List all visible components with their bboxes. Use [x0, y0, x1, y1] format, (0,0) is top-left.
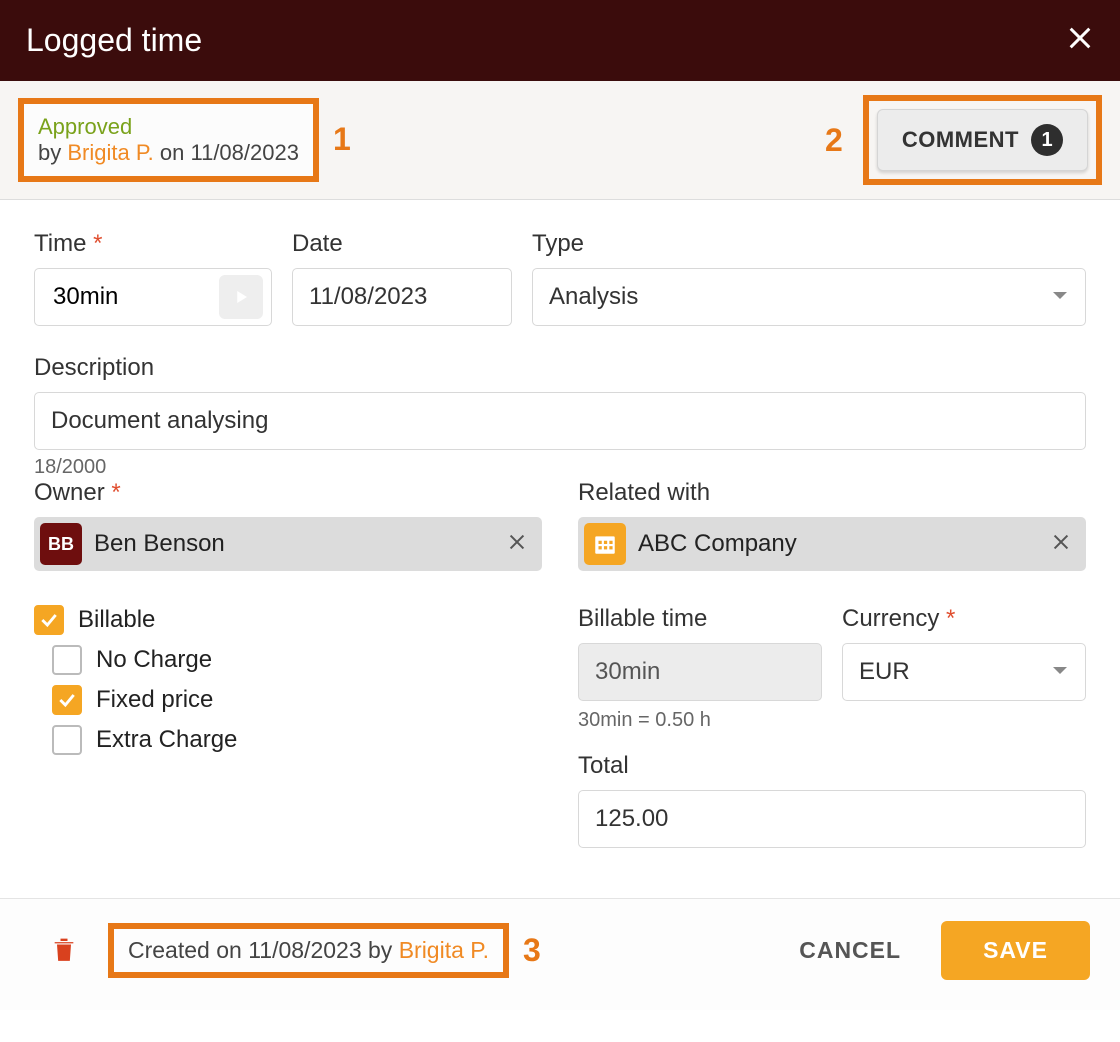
- billable-time-field: Billable time 30min 30min = 0.50 h: [578, 605, 822, 732]
- fixed-price-checkbox[interactable]: [52, 685, 82, 715]
- approval-status-box: Approved by Brigita P. on 11/08/2023: [18, 98, 319, 182]
- play-icon: [232, 288, 250, 306]
- owner-label: Owner *: [34, 479, 542, 507]
- related-name: ABC Company: [638, 530, 1034, 558]
- currency-field: Currency * EUR: [842, 605, 1086, 732]
- trash-icon: [50, 932, 78, 964]
- type-value: Analysis: [532, 268, 1086, 326]
- approver-name[interactable]: Brigita P.: [67, 140, 153, 165]
- modal-header: Logged time: [0, 0, 1120, 81]
- no-charge-row: No Charge: [52, 645, 542, 675]
- type-field: Type Analysis: [532, 230, 1086, 326]
- time-label: Time *: [34, 230, 272, 258]
- billable-checkbox[interactable]: [34, 605, 64, 635]
- modal-title: Logged time: [26, 22, 202, 59]
- save-button[interactable]: SAVE: [941, 921, 1090, 980]
- billable-row: Billable No Charge Fixed price Extra Cha…: [34, 571, 1086, 848]
- callout-2: 2: [825, 122, 843, 159]
- related-label: Related with: [578, 479, 1086, 507]
- date-field: Date: [292, 230, 512, 326]
- billable-options: Billable No Charge Fixed price Extra Cha…: [34, 605, 542, 848]
- currency-label: Currency *: [842, 605, 1086, 633]
- comment-highlight: COMMENT 1: [863, 95, 1102, 185]
- owner-name: Ben Benson: [94, 530, 490, 558]
- callout-3: 3: [523, 932, 541, 969]
- type-select[interactable]: Analysis: [532, 268, 1086, 326]
- approved-by-line: by Brigita P. on 11/08/2023: [38, 140, 299, 166]
- description-label: Description: [34, 354, 1086, 382]
- related-field: Related with ABC Company: [578, 479, 1086, 571]
- comment-label: COMMENT: [902, 127, 1019, 153]
- billable-right-col: Billable time 30min 30min = 0.50 h Curre…: [578, 605, 1086, 848]
- description-input[interactable]: [34, 392, 1086, 450]
- on-prefix: on: [154, 140, 191, 165]
- required-asterisk: *: [111, 479, 120, 506]
- billable-checkbox-row: Billable: [34, 605, 542, 635]
- form-body: Time * Date Type Analysis: [0, 200, 1120, 898]
- related-clear-button[interactable]: [1046, 527, 1076, 562]
- created-prefix: Created on: [128, 937, 248, 963]
- description-counter: 18/2000: [34, 456, 1086, 479]
- created-by-prefix: by: [362, 937, 399, 963]
- close-icon: [506, 531, 528, 553]
- owner-related-row: Owner * BB Ben Benson Related with ABC C…: [34, 479, 1086, 571]
- owner-avatar: BB: [40, 523, 82, 565]
- close-button[interactable]: [1066, 24, 1094, 57]
- required-asterisk: *: [93, 230, 102, 257]
- billable-time-label: Billable time: [578, 605, 822, 633]
- extra-charge-label: Extra Charge: [96, 726, 237, 754]
- time-input-wrap: [34, 268, 272, 326]
- extra-charge-row: Extra Charge: [52, 725, 542, 755]
- status-right: 2 COMMENT 1: [825, 95, 1102, 185]
- comment-button[interactable]: COMMENT 1: [877, 109, 1088, 171]
- created-date: 11/08/2023: [248, 937, 361, 963]
- related-chip[interactable]: ABC Company: [578, 517, 1086, 571]
- total-field: Total: [578, 752, 1086, 848]
- created-info-wrap: Created on 11/08/2023 by Brigita P. 3: [108, 923, 541, 978]
- by-prefix: by: [38, 140, 67, 165]
- created-info-box: Created on 11/08/2023 by Brigita P.: [108, 923, 509, 978]
- owner-clear-button[interactable]: [502, 527, 532, 562]
- company-icon: [584, 523, 626, 565]
- time-input[interactable]: [51, 282, 219, 312]
- approval-date: 11/08/2023: [190, 140, 298, 165]
- callout-1: 1: [333, 121, 351, 158]
- date-input[interactable]: [292, 268, 512, 326]
- modal-footer: Created on 11/08/2023 by Brigita P. 3 CA…: [0, 898, 1120, 1010]
- created-person[interactable]: Brigita P.: [399, 937, 489, 963]
- required-asterisk: *: [946, 605, 955, 632]
- currency-select[interactable]: EUR: [842, 643, 1086, 701]
- approved-label: Approved: [38, 114, 299, 140]
- date-label: Date: [292, 230, 512, 258]
- total-input[interactable]: [578, 790, 1086, 848]
- status-left: Approved by Brigita P. on 11/08/2023 1: [18, 98, 351, 182]
- cancel-button[interactable]: CANCEL: [771, 921, 929, 980]
- billtime-currency-row: Billable time 30min 30min = 0.50 h Curre…: [578, 605, 1086, 732]
- row-time-date-type: Time * Date Type Analysis: [34, 230, 1086, 326]
- comment-count-badge: 1: [1031, 124, 1063, 156]
- total-label: Total: [578, 752, 1086, 780]
- check-icon: [57, 690, 77, 710]
- close-icon: [1066, 24, 1094, 52]
- owner-field: Owner * BB Ben Benson: [34, 479, 542, 571]
- delete-button[interactable]: [50, 932, 78, 969]
- play-button[interactable]: [219, 275, 263, 319]
- time-field: Time *: [34, 230, 272, 326]
- type-label: Type: [532, 230, 1086, 258]
- no-charge-label: No Charge: [96, 646, 212, 674]
- check-icon: [39, 610, 59, 630]
- fixed-price-row: Fixed price: [52, 685, 542, 715]
- extra-charge-checkbox[interactable]: [52, 725, 82, 755]
- no-charge-checkbox[interactable]: [52, 645, 82, 675]
- fixed-price-label: Fixed price: [96, 686, 213, 714]
- logged-time-modal: Logged time Approved by Brigita P. on 11…: [0, 0, 1120, 1010]
- status-bar: Approved by Brigita P. on 11/08/2023 1 2…: [0, 81, 1120, 200]
- close-icon: [1050, 531, 1072, 553]
- billable-time-value: 30min: [578, 643, 822, 701]
- currency-value: EUR: [842, 643, 1086, 701]
- description-field: Description 18/2000: [34, 354, 1086, 479]
- billable-time-hint: 30min = 0.50 h: [578, 709, 822, 732]
- billable-label: Billable: [78, 606, 155, 634]
- owner-chip[interactable]: BB Ben Benson: [34, 517, 542, 571]
